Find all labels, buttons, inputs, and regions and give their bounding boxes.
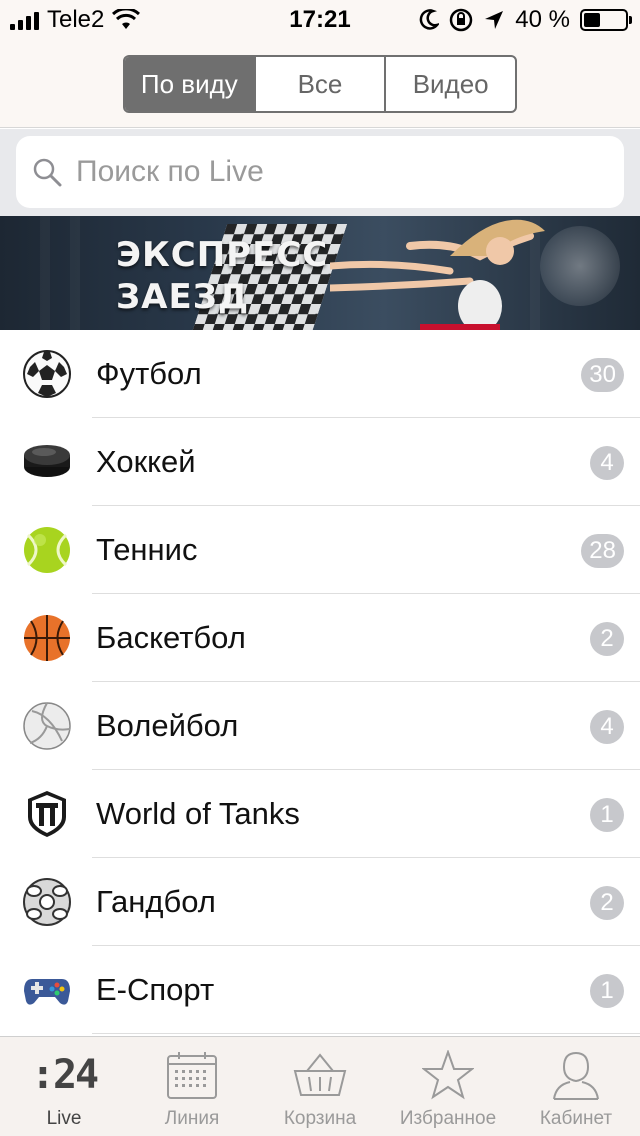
search-placeholder: Поиск по Live (76, 155, 264, 188)
segment-header: По виду Все Видео (0, 40, 640, 128)
sport-row-world-of-tanks[interactable]: World of Tanks 1 (0, 770, 640, 858)
location-arrow-icon (485, 11, 504, 29)
user-icon (548, 1049, 604, 1101)
sport-label: Хоккей (96, 444, 196, 479)
sport-row-hockey[interactable]: Хоккей 4 (0, 418, 640, 506)
tennis-ball-icon (24, 527, 70, 573)
sport-row-esport[interactable]: Е-Спорт 1 (0, 946, 640, 1034)
segment-all[interactable]: Все (256, 57, 387, 111)
soccer-ball-icon (23, 350, 71, 398)
sport-label: World of Tanks (96, 796, 300, 831)
basketball-icon (24, 615, 70, 661)
sport-row-football[interactable]: Футбол 30 (0, 330, 640, 418)
volleyball-icon (23, 702, 71, 750)
status-right: 40 % (419, 6, 632, 34)
view-segmented-control: По виду Все Видео (123, 55, 517, 113)
segment-by-type[interactable]: По виду (125, 57, 256, 111)
moon-icon (419, 9, 440, 30)
search-input[interactable]: Поиск по Live (16, 136, 624, 208)
search-icon (33, 158, 62, 187)
tab-label: Кабинет (539, 1108, 613, 1129)
search-bar-container: Поиск по Live (0, 129, 640, 216)
banner-title-line2: ЗАЕЗД (116, 277, 250, 317)
tab-favorites[interactable]: Избранное (384, 1037, 512, 1136)
battery-fill (584, 13, 600, 27)
tab-line[interactable]: Линия (128, 1037, 256, 1136)
banner-title: ЭКСПРЕСС ЗАЕЗД (116, 234, 328, 318)
status-bar: Tele2 17:21 40 % (0, 0, 640, 40)
tab-live[interactable]: :24 Live (0, 1037, 128, 1136)
live-clock-icon: :24 (30, 1052, 99, 1098)
rotation-lock-icon (450, 8, 473, 32)
sport-row-basketball[interactable]: Баскетбол 2 (0, 594, 640, 682)
event-count-badge: 30 (581, 358, 624, 392)
row-divider (92, 1033, 640, 1034)
tab-label: Корзина (283, 1108, 357, 1129)
sport-label: Баскетбол (96, 620, 246, 655)
battery-percent: 40 % (515, 6, 570, 33)
event-count-badge: 1 (590, 798, 624, 832)
sport-row-volleyball[interactable]: Волейбол 4 (0, 682, 640, 770)
gamepad-icon (24, 979, 70, 1005)
tab-label: Линия (164, 1108, 220, 1129)
battery-icon (580, 9, 632, 31)
promo-banner[interactable]: ЭКСПРЕСС ЗАЕЗД (0, 216, 640, 330)
sport-row-tennis[interactable]: Теннис 28 (0, 506, 640, 594)
tab-bar: :24 Live Линия Корзина Избранное Кабинет (0, 1036, 640, 1136)
event-count-badge: 4 (590, 710, 624, 744)
world-of-tanks-icon (28, 791, 66, 837)
sport-label: Теннис (96, 532, 198, 567)
event-count-badge: 1 (590, 974, 624, 1008)
handball-icon (23, 878, 71, 926)
sport-label: Е-Спорт (96, 972, 215, 1007)
tab-cabinet[interactable]: Кабинет (512, 1037, 640, 1136)
calendar-icon (164, 1049, 220, 1101)
hockey-puck-icon (24, 445, 70, 477)
tab-label: Live (46, 1108, 82, 1129)
sport-row-handball[interactable]: Гандбол 2 (0, 858, 640, 946)
event-count-badge: 2 (590, 886, 624, 920)
tab-cart[interactable]: Корзина (256, 1037, 384, 1136)
segment-video[interactable]: Видео (386, 57, 515, 111)
tab-label: Избранное (399, 1108, 497, 1129)
event-count-badge: 4 (590, 446, 624, 480)
star-icon (420, 1049, 476, 1101)
sport-label: Футбол (96, 356, 202, 391)
sport-label: Гандбол (96, 884, 216, 919)
banner-title-line1: ЭКСПРЕСС (116, 235, 329, 275)
basket-icon (292, 1049, 348, 1101)
sport-label: Волейбол (96, 708, 239, 743)
event-count-badge: 2 (590, 622, 624, 656)
event-count-badge: 28 (581, 534, 624, 568)
sport-list: Футбол 30 Хоккей 4 Теннис 28 Баскетбол 2… (0, 330, 640, 1034)
